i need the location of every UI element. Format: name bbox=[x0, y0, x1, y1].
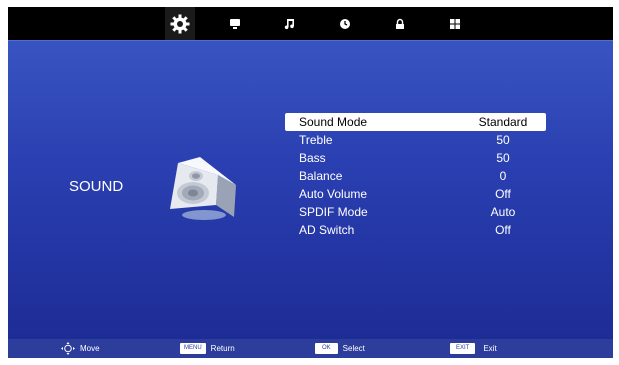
menu-item-auto-volume[interactable]: Auto Volume Off bbox=[285, 185, 546, 203]
hint-move-label: Move bbox=[80, 344, 100, 353]
menu-item-label: AD Switch bbox=[299, 223, 355, 237]
menu-item-value: Auto bbox=[490, 205, 516, 219]
monitor-icon bbox=[230, 19, 240, 29]
menu-item-label: Treble bbox=[299, 133, 333, 147]
menu-item-treble[interactable]: Treble 50 bbox=[285, 131, 546, 149]
tab-time[interactable] bbox=[334, 13, 356, 35]
move-arrows-icon bbox=[61, 342, 75, 355]
hint-exit: EXIT Exit bbox=[450, 342, 497, 355]
tab-music[interactable] bbox=[279, 13, 301, 35]
hint-select: OK Select bbox=[315, 342, 365, 355]
lock-icon bbox=[396, 18, 404, 29]
menu-item-label: Bass bbox=[299, 151, 326, 165]
menu-item-value: Off bbox=[495, 187, 511, 201]
grid-icon bbox=[450, 19, 460, 29]
gear-icon bbox=[170, 14, 190, 34]
hint-move: Move bbox=[61, 342, 100, 355]
menu-item-value: 50 bbox=[496, 133, 510, 147]
menu-item-spdif-mode[interactable]: SPDIF Mode Auto bbox=[285, 203, 546, 221]
hint-exit-label: Exit bbox=[483, 344, 497, 353]
menu-item-ad-switch[interactable]: AD Switch Off bbox=[285, 221, 546, 239]
clock-icon bbox=[340, 19, 350, 29]
menu-item-label: Auto Volume bbox=[299, 187, 368, 201]
menu-item-value: 0 bbox=[499, 169, 507, 183]
footer-hint-bar: Move MENU Return OK Select EXIT Exit bbox=[8, 339, 613, 358]
menu-key-badge[interactable]: MENU bbox=[180, 343, 206, 354]
exit-key-badge[interactable]: EXIT bbox=[450, 343, 476, 354]
menu-item-value: 50 bbox=[496, 151, 510, 165]
menu-item-balance[interactable]: Balance 0 bbox=[285, 167, 546, 185]
ok-key-badge[interactable]: OK bbox=[315, 343, 338, 354]
top-menu-bar bbox=[8, 7, 613, 41]
menu-item-value: Standard bbox=[478, 115, 528, 129]
menu-item-label: SPDIF Mode bbox=[299, 205, 368, 219]
menu-item-value: Off bbox=[495, 223, 511, 237]
tab-screen[interactable] bbox=[224, 13, 246, 35]
hint-select-label: Select bbox=[342, 344, 365, 353]
menu-item-bass[interactable]: Bass 50 bbox=[285, 149, 546, 167]
tab-setup[interactable] bbox=[444, 13, 466, 35]
tab-picture-settings[interactable] bbox=[169, 13, 191, 35]
section-title: SOUND bbox=[69, 178, 124, 195]
menu-item-label: Balance bbox=[299, 169, 343, 183]
tab-lock[interactable] bbox=[389, 13, 411, 35]
menu-item-label: Sound Mode bbox=[299, 115, 368, 129]
hint-return-label: Return bbox=[210, 344, 235, 353]
music-note-icon bbox=[284, 19, 294, 30]
menu-item-sound-mode[interactable]: Sound Mode Standard bbox=[285, 113, 546, 131]
speaker-icon bbox=[160, 155, 240, 225]
tv-osd-screen: SOUND Sound Mode Standard Treble 50 Bass… bbox=[8, 7, 613, 358]
sound-menu-list: Sound Mode Standard Treble 50 Bass 50 Ba… bbox=[285, 113, 546, 239]
hint-return: MENU Return bbox=[180, 342, 235, 355]
